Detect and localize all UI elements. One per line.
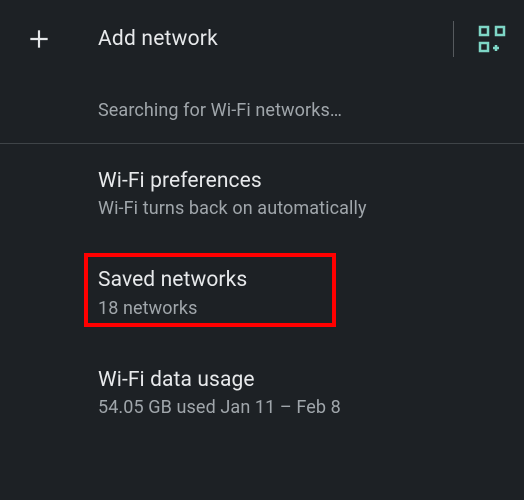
add-icon[interactable] — [24, 24, 54, 54]
wifi-data-usage-subtitle: 54.05 GB used Jan 11 – Feb 8 — [98, 397, 500, 418]
menu-item-saved-networks[interactable]: Saved networks 18 networks — [0, 243, 524, 342]
searching-status: Searching for Wi-Fi networks… — [98, 100, 500, 121]
saved-networks-title: Saved networks — [98, 267, 500, 293]
wifi-preferences-subtitle: Wi-Fi turns back on automatically — [98, 198, 500, 219]
status-row: Searching for Wi-Fi networks… — [0, 78, 524, 143]
wifi-preferences-title: Wi-Fi preferences — [98, 168, 500, 194]
menu-item-wifi-data-usage[interactable]: Wi-Fi data usage 54.05 GB used Jan 11 – … — [0, 343, 524, 448]
header-divider — [453, 21, 454, 57]
menu-item-wifi-preferences[interactable]: Wi-Fi preferences Wi-Fi turns back on au… — [0, 144, 524, 243]
qr-scan-icon[interactable] — [478, 25, 506, 53]
wifi-data-usage-title: Wi-Fi data usage — [98, 367, 500, 393]
add-network-label[interactable]: Add network — [98, 27, 218, 51]
saved-networks-subtitle: 18 networks — [98, 298, 500, 319]
header-row: Add network — [0, 0, 524, 78]
